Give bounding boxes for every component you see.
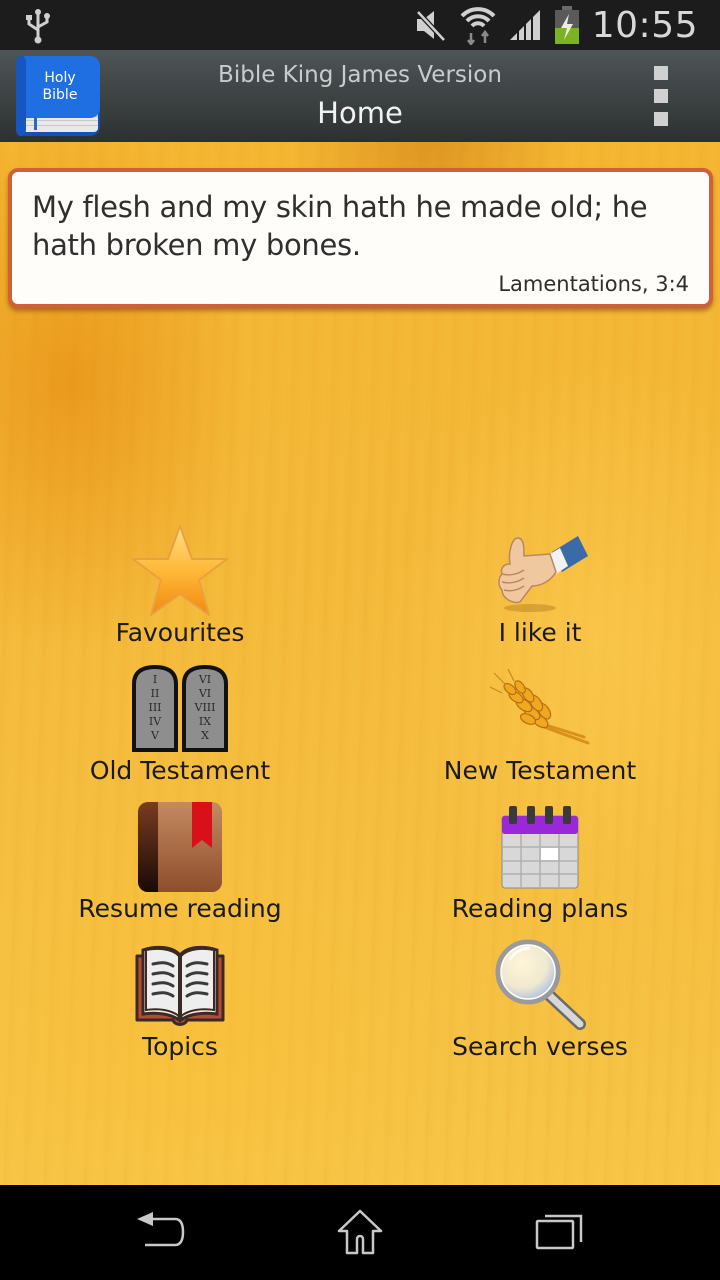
home-icon bbox=[337, 1209, 383, 1255]
system-nav-bar bbox=[0, 1185, 720, 1280]
menu-item-topics[interactable]: Topics bbox=[30, 936, 330, 1074]
page-title: Home bbox=[317, 96, 403, 130]
home-content: My flesh and my skin hath he made old; h… bbox=[0, 142, 720, 1185]
action-bar: Holy Bible Bible King James Version Home bbox=[0, 50, 720, 142]
menu-item-label: Search verses bbox=[452, 1032, 628, 1061]
thumbs-up-icon bbox=[498, 536, 588, 612]
menu-item-new-testament[interactable]: New Testament bbox=[390, 660, 690, 798]
star-icon bbox=[132, 525, 228, 616]
clock: 10:55 bbox=[591, 4, 698, 46]
menu-item-label: Reading plans bbox=[451, 894, 629, 923]
verse-text: My flesh and my skin hath he made old; h… bbox=[32, 190, 648, 262]
verse-of-the-day[interactable]: My flesh and my skin hath he made old; h… bbox=[8, 168, 713, 308]
back-button[interactable] bbox=[130, 1207, 190, 1257]
wheat-icon bbox=[489, 669, 590, 745]
bookmarked-book-icon bbox=[138, 802, 222, 892]
menu-item-label: Old Testament bbox=[89, 756, 271, 785]
open-book-icon bbox=[135, 945, 225, 1026]
svg-text:V: V bbox=[150, 729, 160, 742]
mute-icon bbox=[415, 10, 446, 42]
status-bar: 10:55 bbox=[0, 0, 720, 50]
svg-text:IX: IX bbox=[199, 715, 211, 728]
wifi-icon bbox=[460, 7, 496, 45]
back-icon bbox=[137, 1212, 185, 1247]
svg-text:IV: IV bbox=[149, 715, 162, 728]
overflow-menu-button[interactable] bbox=[648, 66, 674, 126]
svg-text:VI: VI bbox=[198, 687, 211, 700]
menu-item-label: I like it bbox=[498, 618, 582, 647]
menu-item-i-like-it[interactable]: I like it bbox=[390, 522, 690, 660]
menu-item-label: New Testament bbox=[443, 756, 637, 785]
menu-item-reading-plans[interactable]: Reading plans bbox=[390, 798, 690, 936]
menu-item-label: Resume reading bbox=[78, 894, 282, 923]
menu-item-resume-reading[interactable]: Resume reading bbox=[30, 798, 330, 936]
svg-text:II: II bbox=[151, 687, 160, 700]
home-button[interactable] bbox=[330, 1207, 390, 1257]
menu-item-label: Favourites bbox=[115, 618, 245, 647]
svg-text:VI: VI bbox=[198, 673, 211, 686]
svg-text:III: III bbox=[148, 701, 161, 714]
svg-text:I: I bbox=[153, 673, 157, 686]
svg-text:VIII: VIII bbox=[194, 701, 216, 714]
magnifier-icon bbox=[495, 939, 586, 1030]
app-subtitle: Bible King James Version bbox=[218, 62, 502, 88]
menu-item-old-testament[interactable]: I II III IV V VI VI VIII IX X Old Testament bbox=[30, 660, 330, 798]
recent-apps-button[interactable] bbox=[530, 1207, 590, 1257]
menu-item-label: Topics bbox=[142, 1032, 218, 1061]
signal-icon bbox=[509, 8, 540, 42]
overflow-dot bbox=[654, 89, 668, 103]
recent-apps-icon bbox=[535, 1214, 583, 1250]
overflow-dot bbox=[654, 112, 668, 126]
stone-tablets-icon: IIIIIIIVV VIVIVIIIIXX bbox=[132, 664, 228, 752]
menu-item-search-verses[interactable]: Search verses bbox=[390, 936, 690, 1074]
verse-reference: Lamentations, 3:4 bbox=[498, 272, 689, 296]
svg-text:X: X bbox=[201, 729, 209, 742]
overflow-menu-icon bbox=[654, 66, 668, 80]
calendar-icon bbox=[501, 806, 579, 889]
menu-item-favourites[interactable]: Favourites bbox=[30, 522, 330, 660]
usb-icon bbox=[26, 9, 50, 44]
battery-charging-icon bbox=[554, 6, 579, 44]
